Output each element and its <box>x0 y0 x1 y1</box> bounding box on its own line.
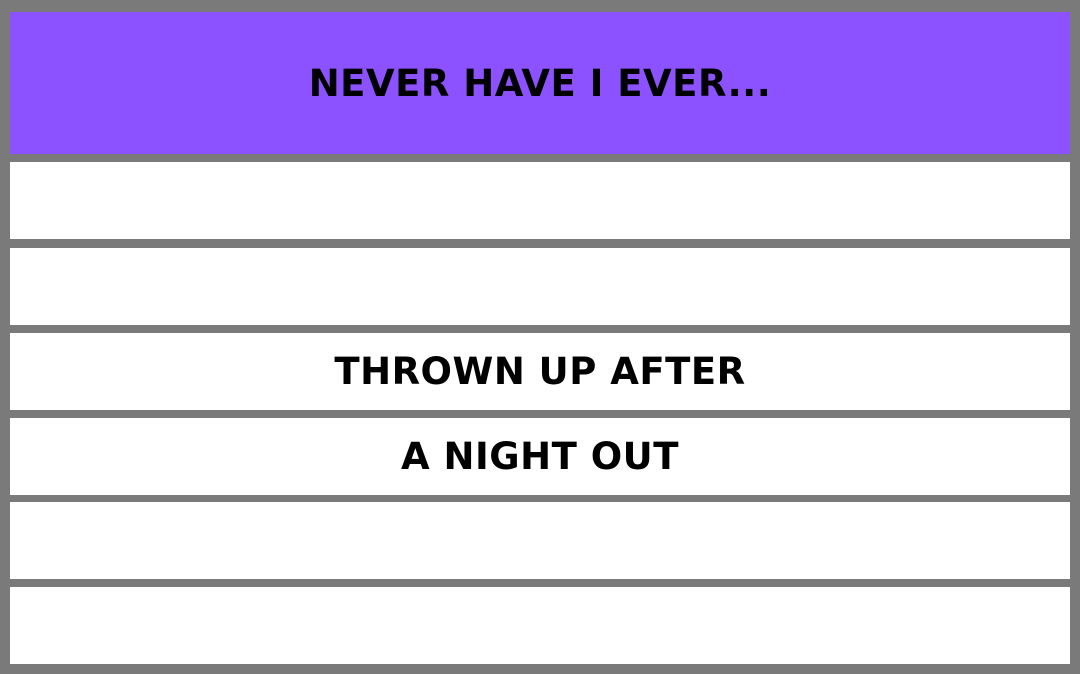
card-line-4: A NIGHT OUT <box>10 418 1070 495</box>
card-line-text: THROWN UP AFTER <box>334 350 746 393</box>
card-line-1 <box>10 162 1070 239</box>
card-title: NEVER HAVE I EVER... <box>308 61 772 105</box>
game-card: NEVER HAVE I EVER... THROWN UP AFTER A N… <box>0 0 1080 674</box>
card-line-3: THROWN UP AFTER <box>10 333 1070 410</box>
card-line-5 <box>10 502 1070 579</box>
card-line-6 <box>10 587 1070 664</box>
card-header: NEVER HAVE I EVER... <box>10 12 1070 154</box>
card-line-text: A NIGHT OUT <box>401 435 679 478</box>
card-line-2 <box>10 248 1070 325</box>
